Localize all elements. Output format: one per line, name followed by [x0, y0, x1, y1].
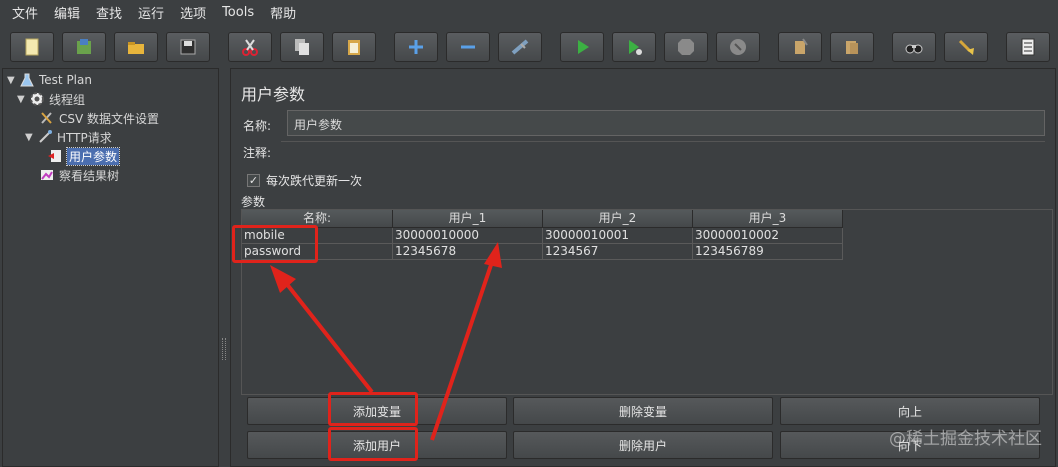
- arrow-to-user-column: [430, 261, 494, 441]
- arrowhead-user-column: [484, 242, 502, 268]
- arrow-to-names: [284, 281, 374, 394]
- annotation-arrows: [270, 242, 502, 441]
